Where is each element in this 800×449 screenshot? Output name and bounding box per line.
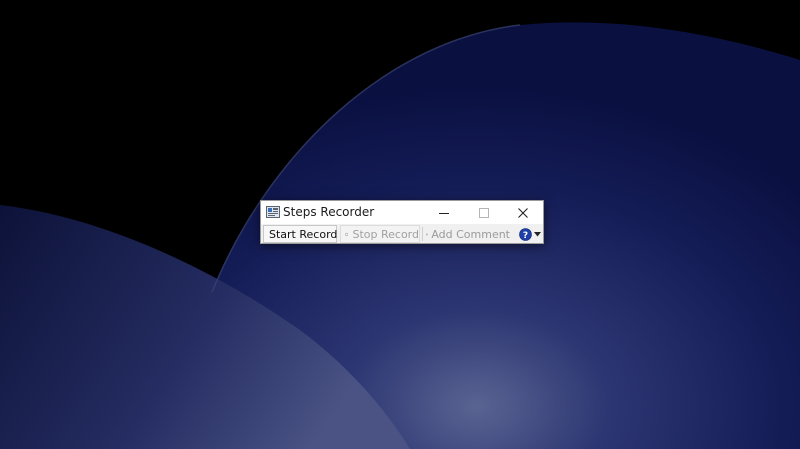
start-record-button[interactable]: Start Record (263, 225, 337, 243)
comment-icon (426, 233, 429, 235)
stop-record-label: Stop Record (352, 227, 419, 241)
svg-text:?: ? (523, 231, 528, 241)
minimize-button[interactable] (424, 201, 464, 224)
steps-recorder-window: Steps Recorder Start Record Stop Record … (260, 200, 544, 244)
stop-icon (345, 232, 349, 236)
help-icon: ? (519, 227, 532, 241)
toolbar: Start Record Stop Record Add Comment ? (261, 224, 543, 243)
start-record-label: Start Record (269, 227, 338, 241)
window-title: Steps Recorder (283, 205, 375, 219)
minimize-icon (439, 212, 449, 214)
steps-recorder-icon (266, 206, 280, 218)
stop-record-button[interactable]: Stop Record (340, 225, 420, 243)
title-bar[interactable]: Steps Recorder (261, 201, 543, 224)
chevron-down-icon[interactable] (534, 231, 541, 237)
close-icon (518, 207, 528, 218)
maximize-button[interactable] (464, 201, 504, 224)
help-button[interactable]: ? (519, 225, 543, 243)
add-comment-button[interactable]: Add Comment (424, 225, 510, 243)
add-comment-label: Add Comment (431, 227, 510, 241)
desktop: Steps Recorder Start Record Stop Record … (0, 0, 800, 449)
close-button[interactable] (503, 201, 543, 224)
maximize-icon (479, 207, 489, 218)
toolbar-separator (422, 227, 423, 241)
